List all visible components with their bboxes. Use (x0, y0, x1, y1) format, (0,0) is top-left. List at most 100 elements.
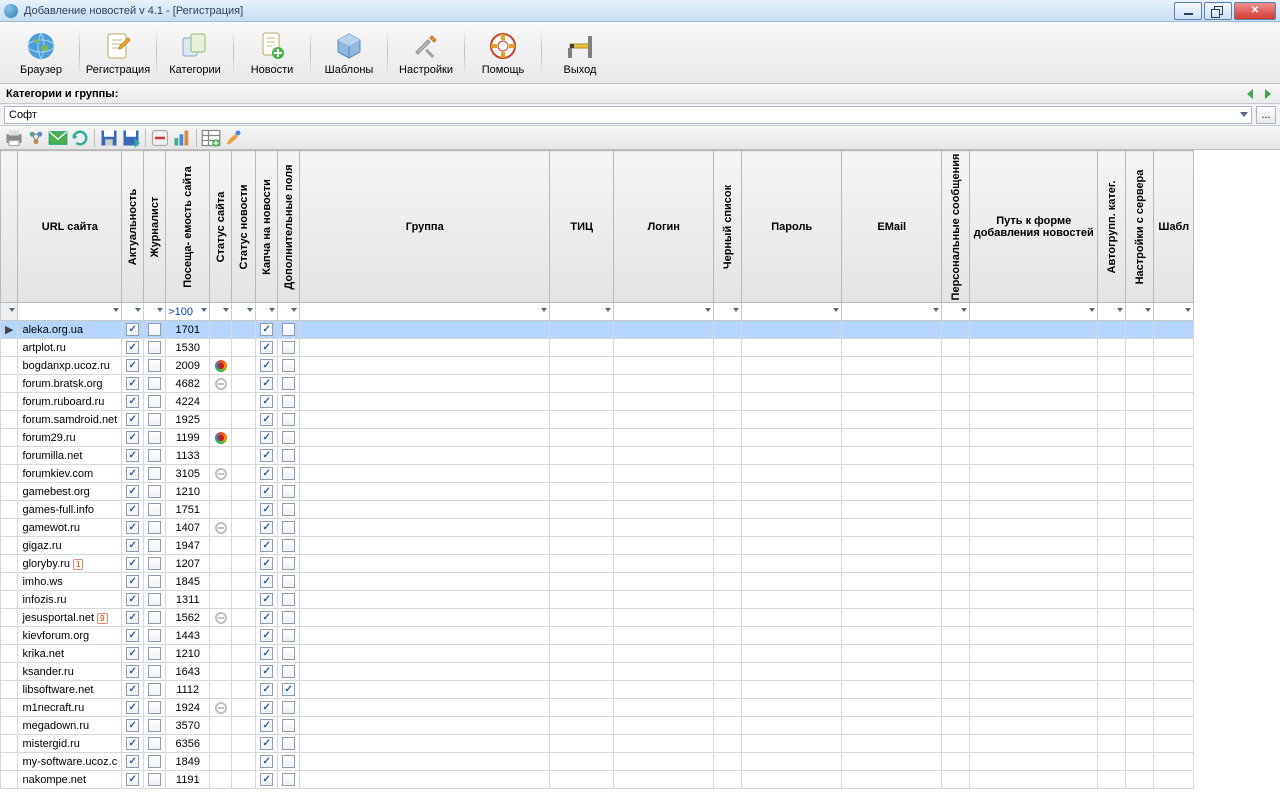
table-row[interactable]: games-full.info1751 (1, 501, 1194, 519)
filter-login[interactable] (614, 303, 714, 321)
cell-visits[interactable]: 1562 (166, 609, 210, 627)
checkbox[interactable] (126, 395, 139, 408)
checkbox[interactable] (260, 755, 273, 768)
checkbox[interactable] (282, 719, 295, 732)
col-extra[interactable]: Дополнительные поля (278, 151, 300, 303)
cell-url[interactable]: kievforum.org (18, 627, 122, 645)
checkbox[interactable] (260, 467, 273, 480)
cell-visits[interactable]: 1210 (166, 645, 210, 663)
filter-email[interactable] (842, 303, 942, 321)
checkbox[interactable] (148, 521, 161, 534)
checkbox[interactable] (126, 773, 139, 786)
toolbar-globe[interactable]: Браузер (6, 25, 76, 80)
table-row[interactable]: ksander.ru 1643 (1, 663, 1194, 681)
filter-blacklist[interactable] (714, 303, 742, 321)
checkbox[interactable] (260, 683, 273, 696)
cell-visits[interactable]: 1643 (166, 663, 210, 681)
cell-visits[interactable]: 1701 (166, 321, 210, 339)
checkbox[interactable] (282, 773, 295, 786)
checkbox[interactable] (126, 719, 139, 732)
checkbox[interactable] (260, 665, 273, 678)
cell-url[interactable]: forumkiev.com (18, 465, 122, 483)
checkbox[interactable] (260, 449, 273, 462)
cell-url[interactable]: ksander.ru (18, 663, 122, 681)
cell-url[interactable]: forumilla.net (18, 447, 122, 465)
checkbox[interactable] (260, 575, 273, 588)
checkbox[interactable] (282, 467, 295, 480)
cell-visits[interactable]: 2009 (166, 357, 210, 375)
filter-pass[interactable] (742, 303, 842, 321)
grid-wrapper[interactable]: URL сайта Актуальность Журналист Посеща-… (0, 150, 1280, 802)
checkbox[interactable] (148, 377, 161, 390)
cell-visits[interactable]: 1191 (166, 771, 210, 789)
checkbox[interactable] (260, 431, 273, 444)
checkbox[interactable] (126, 629, 139, 642)
checkbox[interactable] (126, 413, 139, 426)
cell-url[interactable]: my-software.ucoz.c (18, 753, 122, 771)
checkbox[interactable] (282, 341, 295, 354)
checkbox[interactable] (148, 449, 161, 462)
table-row[interactable]: forum29.ru1199 (1, 429, 1194, 447)
table-row[interactable]: gamebest.org1210 (1, 483, 1194, 501)
checkbox[interactable] (282, 323, 295, 336)
col-blacklist[interactable]: Черный список (714, 151, 742, 303)
checkbox[interactable] (282, 395, 295, 408)
checkbox[interactable] (282, 485, 295, 498)
cell-visits[interactable]: 1924 (166, 699, 210, 717)
checkbox[interactable] (260, 557, 273, 570)
toolbar-gate[interactable]: Выход (545, 25, 615, 80)
checkbox[interactable] (126, 593, 139, 606)
checkbox[interactable] (148, 773, 161, 786)
cell-url[interactable]: gamewot.ru (18, 519, 122, 537)
checkbox[interactable] (260, 359, 273, 372)
checkbox[interactable] (260, 647, 273, 660)
col-login[interactable]: Логин (614, 151, 714, 303)
table-row[interactable]: m1necraft.ru 1924 (1, 699, 1194, 717)
cell-visits[interactable]: 1207 (166, 555, 210, 573)
checkbox[interactable] (282, 575, 295, 588)
cell-url[interactable]: megadown.ru (18, 717, 122, 735)
checkbox[interactable] (282, 359, 295, 372)
checkbox[interactable] (260, 341, 273, 354)
checkbox[interactable] (148, 593, 161, 606)
col-newsstatus[interactable]: Статус новости (232, 151, 256, 303)
cell-url[interactable]: infozis.ru (18, 591, 122, 609)
checkbox[interactable] (282, 521, 295, 534)
checkbox[interactable] (260, 395, 273, 408)
filter-tpl[interactable] (1154, 303, 1194, 321)
table-row[interactable]: ▶aleka.org.ua1701 (1, 321, 1194, 339)
checkbox[interactable] (260, 773, 273, 786)
table-row[interactable]: krika.net1210 (1, 645, 1194, 663)
checkbox[interactable] (260, 485, 273, 498)
cell-url[interactable]: forum.bratsk.org (18, 375, 122, 393)
cell-visits[interactable]: 1311 (166, 591, 210, 609)
filter-newsstatus[interactable] (232, 303, 256, 321)
cell-visits[interactable]: 1530 (166, 339, 210, 357)
checkbox[interactable] (148, 323, 161, 336)
toolbar-tools[interactable]: Настройки (391, 25, 461, 80)
category-more-button[interactable]: ... (1256, 106, 1276, 124)
table-row[interactable]: forum.samdroid.net1925 (1, 411, 1194, 429)
checkbox[interactable] (282, 611, 295, 624)
checkbox[interactable] (282, 503, 295, 516)
checkbox[interactable] (148, 575, 161, 588)
checkbox[interactable] (282, 557, 295, 570)
checkbox[interactable] (126, 341, 139, 354)
cell-visits[interactable]: 1133 (166, 447, 210, 465)
checkbox[interactable] (148, 467, 161, 480)
table-row[interactable]: infozis.ru 1311 (1, 591, 1194, 609)
checkbox[interactable] (260, 611, 273, 624)
cell-url[interactable]: gamebest.org (18, 483, 122, 501)
checkbox[interactable] (260, 323, 273, 336)
filter-autocat[interactable] (1098, 303, 1126, 321)
col-actual[interactable]: Актуальность (122, 151, 144, 303)
col-sitestatus[interactable]: Статус сайта (210, 151, 232, 303)
cell-url[interactable]: imho.ws (18, 573, 122, 591)
cell-url[interactable]: m1necraft.ru (18, 699, 122, 717)
checkbox[interactable] (148, 341, 161, 354)
cell-visits[interactable]: 4224 (166, 393, 210, 411)
checkbox[interactable] (260, 539, 273, 552)
col-tic[interactable]: ТИЦ (550, 151, 614, 303)
checkbox[interactable] (282, 701, 295, 714)
table-row[interactable]: forumilla.net 1133 (1, 447, 1194, 465)
